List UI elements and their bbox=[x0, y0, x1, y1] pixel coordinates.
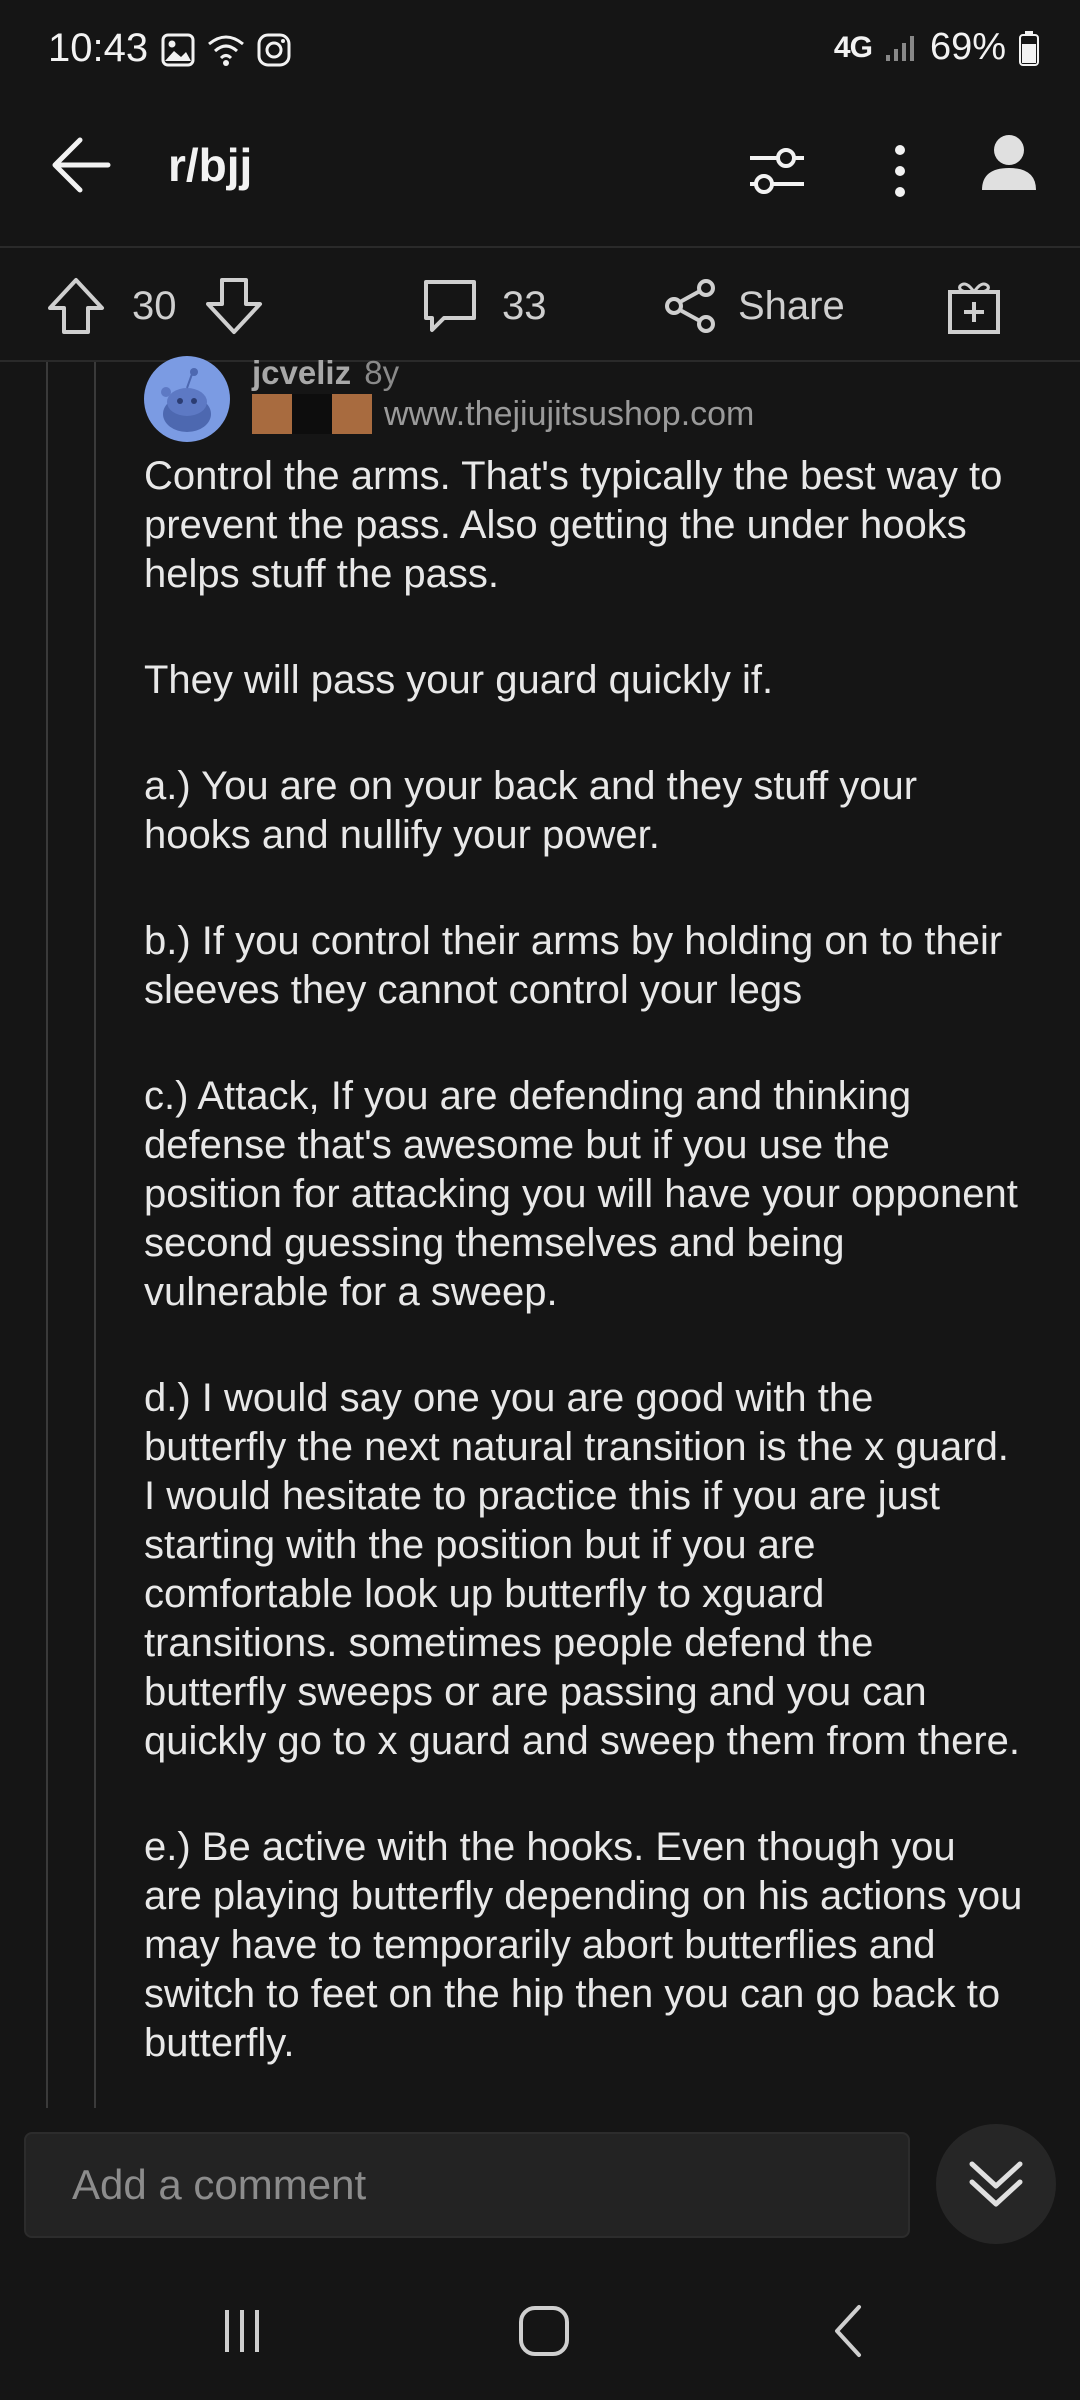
award-icon bbox=[948, 282, 1000, 334]
downvote-icon bbox=[206, 278, 262, 334]
downvote-button[interactable] bbox=[204, 276, 264, 336]
next-comment-button[interactable] bbox=[936, 2124, 1056, 2244]
upvote-button[interactable] bbox=[46, 276, 106, 336]
snoo-avatar-icon bbox=[144, 356, 230, 442]
network-type: 4G bbox=[833, 30, 873, 64]
flair-text: www.thejiujitsushop.com bbox=[384, 394, 755, 433]
page-title: r/bjj bbox=[168, 139, 253, 191]
home-icon bbox=[519, 2306, 569, 2356]
system-nav-bar bbox=[0, 2262, 1080, 2400]
status-bar: 10:43 4G 69% bbox=[0, 0, 1080, 100]
comment-composer bbox=[0, 2112, 1080, 2262]
thread-line-outer[interactable] bbox=[46, 362, 48, 2108]
add-comment-input[interactable] bbox=[24, 2132, 910, 2238]
comment-paragraph: They will pass your guard quickly if. bbox=[144, 658, 774, 702]
comment-paragraph: c.) Attack, If you are defending and thi… bbox=[144, 1074, 1018, 1314]
comments-button[interactable]: 33 bbox=[420, 276, 547, 336]
vote-score: 30 bbox=[132, 283, 177, 328]
share-label: Share bbox=[738, 283, 845, 328]
nav-back-button[interactable] bbox=[808, 2296, 888, 2366]
comment-paragraph: Control the arms. That's typically the b… bbox=[144, 454, 1003, 596]
comment-avatar[interactable] bbox=[144, 356, 230, 442]
recent-apps-icon bbox=[225, 2310, 259, 2352]
double-chevron-down-icon bbox=[969, 2161, 1023, 2207]
back-button[interactable] bbox=[46, 130, 116, 200]
instagram-icon bbox=[257, 33, 291, 67]
share-icon bbox=[665, 279, 715, 333]
thread-line-inner[interactable] bbox=[94, 362, 96, 2108]
comment-paragraph: b.) If you control their arms by holding… bbox=[144, 919, 1003, 1012]
signal-icon bbox=[885, 35, 914, 61]
filter-icon bbox=[750, 148, 804, 194]
comment-paragraph: a.) You are on your back and they stuff … bbox=[144, 764, 918, 857]
battery-icon bbox=[1019, 30, 1039, 66]
status-notification-icons bbox=[160, 32, 292, 68]
post-action-bar: 30 33 Share bbox=[0, 248, 1080, 362]
image-icon bbox=[161, 33, 195, 67]
status-right: 4G 69% bbox=[834, 26, 1040, 69]
app-header: r/bjj bbox=[0, 100, 1080, 248]
nav-back-icon bbox=[835, 2305, 861, 2357]
comment-meta: jcveliz 8y bbox=[252, 354, 399, 392]
user-icon bbox=[982, 135, 1036, 190]
comment-paragraph: e.) Be active with the hooks. Even thoug… bbox=[144, 1825, 1023, 2065]
comment-paragraph: d.) I would say one you are good with th… bbox=[144, 1376, 1021, 1763]
more-button[interactable] bbox=[880, 136, 920, 206]
user-flair: www.thejiujitsushop.com bbox=[252, 394, 754, 434]
award-button[interactable] bbox=[944, 276, 1004, 336]
flair-emoji-1 bbox=[252, 394, 292, 434]
user-avatar-button[interactable] bbox=[974, 128, 1044, 198]
comment-icon bbox=[424, 280, 476, 332]
comment-username[interactable]: jcveliz bbox=[252, 354, 351, 391]
flair-emoji-3 bbox=[332, 394, 372, 434]
comment-count: 33 bbox=[502, 283, 547, 328]
status-time: 10:43 bbox=[48, 26, 149, 70]
recent-apps-button[interactable] bbox=[202, 2296, 282, 2366]
battery-percent: 69% bbox=[929, 26, 1006, 68]
comment-body: Control the arms. That's typically the b… bbox=[144, 452, 1024, 2110]
more-icon bbox=[895, 145, 905, 197]
flair-emoji-2 bbox=[292, 394, 332, 434]
back-arrow-icon bbox=[52, 137, 111, 193]
home-button[interactable] bbox=[504, 2296, 584, 2366]
wifi-icon bbox=[208, 35, 244, 66]
share-button[interactable]: Share bbox=[660, 276, 845, 336]
comment-age: 8y bbox=[364, 354, 400, 391]
filter-button[interactable] bbox=[742, 136, 812, 206]
upvote-icon bbox=[48, 278, 104, 334]
